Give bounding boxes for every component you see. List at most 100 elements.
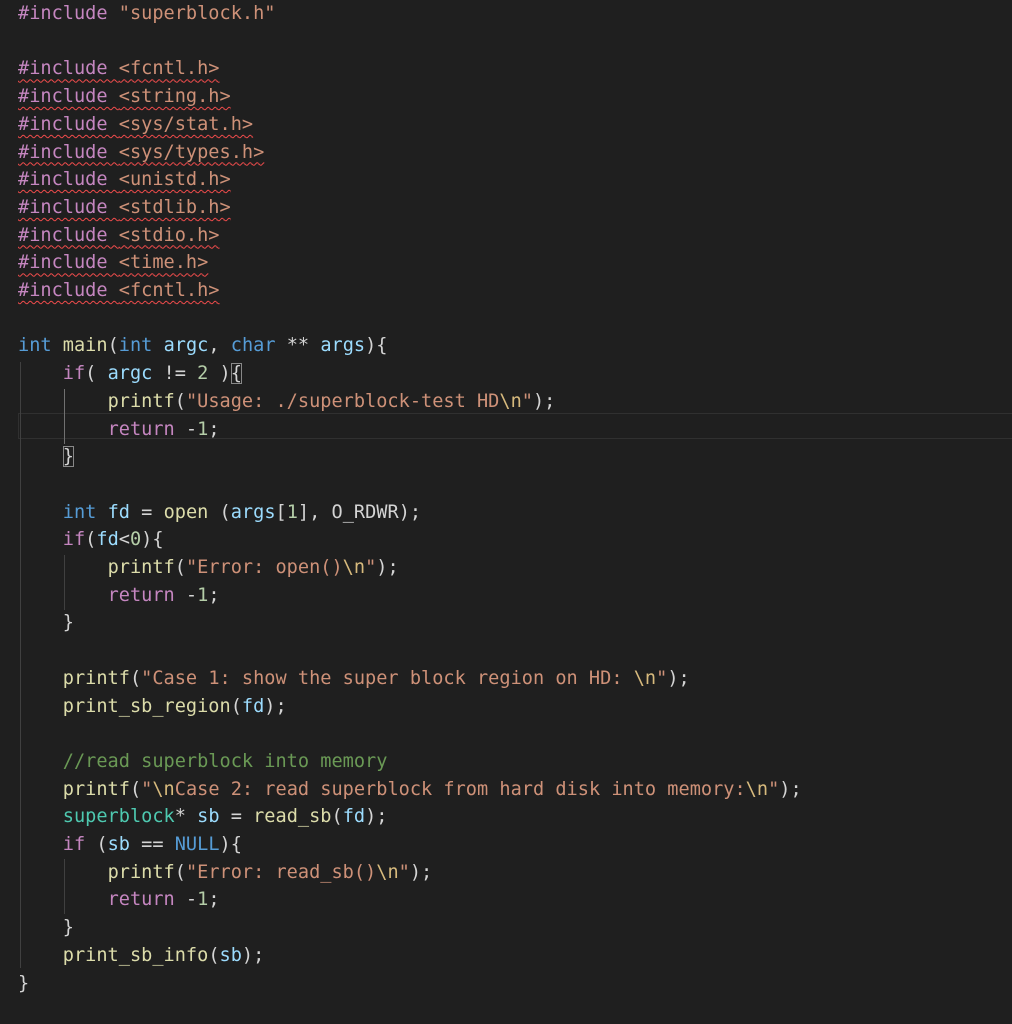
code-token: superblock xyxy=(62,806,175,828)
code-token: NULL xyxy=(174,834,220,855)
code-line[interactable]: #include "superblock.h" xyxy=(18,0,275,28)
code-token: ); xyxy=(409,861,433,883)
code-token: int xyxy=(18,335,52,357)
code-token: ( xyxy=(85,529,97,551)
code-line[interactable]: superblock* sb = read_sb(fd); xyxy=(18,803,388,831)
code-token: == xyxy=(129,834,175,855)
code-token: } xyxy=(62,446,74,468)
code-token: main xyxy=(62,335,108,357)
code-line[interactable]: } xyxy=(18,443,74,471)
code-token: ; xyxy=(208,889,220,911)
code-token: #include xyxy=(18,224,119,246)
code-token: < xyxy=(118,529,130,551)
code-token: ( xyxy=(174,557,186,578)
code-line[interactable]: print_sb_info(sb); xyxy=(18,942,265,970)
code-token: } xyxy=(18,972,30,994)
code-token: <sys/stat.h> xyxy=(118,113,254,135)
code-token: if xyxy=(62,363,86,385)
code-line[interactable]: #include <sys/types.h> xyxy=(18,139,264,167)
code-token: "Error: read_sb() xyxy=(185,861,377,883)
code-token: " xyxy=(398,861,410,883)
code-token: " xyxy=(141,778,153,800)
code-line[interactable]: printf("Error: open()\n"); xyxy=(18,554,399,582)
code-token: <sys/types.h> xyxy=(118,141,265,163)
code-token: <time.h> xyxy=(118,252,209,274)
code-line[interactable]: print_sb_region(fd); xyxy=(18,693,287,721)
code-token: "Error: open() xyxy=(185,557,343,578)
code-line[interactable]: #include <stdio.h> xyxy=(18,222,220,250)
code-token: - xyxy=(174,889,198,911)
code-line[interactable]: #include <string.h> xyxy=(18,83,231,111)
code-token: } xyxy=(18,612,74,634)
code-token: 2 xyxy=(197,363,209,385)
code-token: ( xyxy=(107,335,119,357)
code-token: read_sb xyxy=(253,806,332,828)
code-line[interactable]: #include <fcntl.h> xyxy=(18,55,220,83)
code-token: fd xyxy=(342,806,366,828)
code-token: args xyxy=(320,335,366,357)
code-line[interactable]: printf("Usage: ./superblock-test HD\n"); xyxy=(18,388,556,416)
code-token: //read superblock into memory xyxy=(62,750,388,772)
code-token: <fcntl.h> xyxy=(118,58,220,80)
code-line[interactable]: } xyxy=(18,609,74,637)
code-line[interactable]: return -1; xyxy=(18,582,220,610)
code-editor[interactable]: #include "superblock.h" #include <fcntl.h… xyxy=(0,0,1012,1024)
code-line[interactable]: } xyxy=(18,970,29,998)
code-token: <string.h> xyxy=(118,86,231,108)
code-line[interactable]: int fd = open (args[1], O_RDWR); xyxy=(18,499,421,527)
code-token: \n xyxy=(376,861,399,883)
code-line[interactable]: if (sb == NULL){ xyxy=(18,831,242,859)
code-token: ( xyxy=(331,806,343,828)
code-token: { xyxy=(230,363,242,385)
code-token: \n xyxy=(342,557,366,578)
code-token: if xyxy=(62,529,86,551)
code-token: ( xyxy=(85,834,108,855)
code-line[interactable]: #include <time.h> xyxy=(18,249,208,277)
code-token: ( xyxy=(230,695,242,717)
code-line[interactable]: #include <stdlib.h> xyxy=(18,194,231,222)
code-token: ( xyxy=(208,501,231,523)
code-token: ); xyxy=(241,944,265,966)
code-token: " xyxy=(365,557,377,578)
code-token: return xyxy=(107,889,175,911)
code-token: 0 xyxy=(129,529,142,551)
code-line[interactable]: return -1; xyxy=(18,416,220,444)
code-token: #include xyxy=(18,3,119,24)
code-token: ( xyxy=(174,390,186,412)
code-line[interactable]: printf("Case 1: show the super block reg… xyxy=(18,665,690,693)
code-token: open xyxy=(163,501,209,523)
code-token: "superblock.h" xyxy=(118,3,276,24)
code-line[interactable]: printf("Error: read_sb()\n"); xyxy=(18,859,433,887)
code-token: ; xyxy=(208,418,220,440)
code-line[interactable]: #include <unistd.h> xyxy=(18,166,231,194)
code-token: printf xyxy=(107,390,175,412)
code-line[interactable]: #include <sys/stat.h> xyxy=(18,111,253,139)
code-line[interactable]: int main(int argc, char ** args){ xyxy=(18,332,387,360)
code-token: ( xyxy=(208,944,220,966)
code-token: printf xyxy=(107,861,175,883)
code-line[interactable]: if(fd<0){ xyxy=(18,526,164,554)
code-token: 1 xyxy=(197,889,209,911)
code-token: #include xyxy=(18,252,119,274)
code-line[interactable]: //read superblock into memory xyxy=(18,748,388,776)
code-line[interactable]: if( argc != 2 ){ xyxy=(18,360,242,388)
code-line[interactable]: return -1; xyxy=(18,886,220,914)
code-token: "Usage: ./superblock-test HD xyxy=(185,390,500,412)
code-line[interactable]: } xyxy=(18,914,74,942)
code-line[interactable]: #include <fcntl.h> xyxy=(18,277,220,305)
code-token: print_sb_region xyxy=(62,695,231,717)
code-token: != xyxy=(152,363,198,385)
code-token: ) xyxy=(208,363,231,385)
code-line[interactable]: printf("\nCase 2: read superblock from h… xyxy=(18,776,802,804)
